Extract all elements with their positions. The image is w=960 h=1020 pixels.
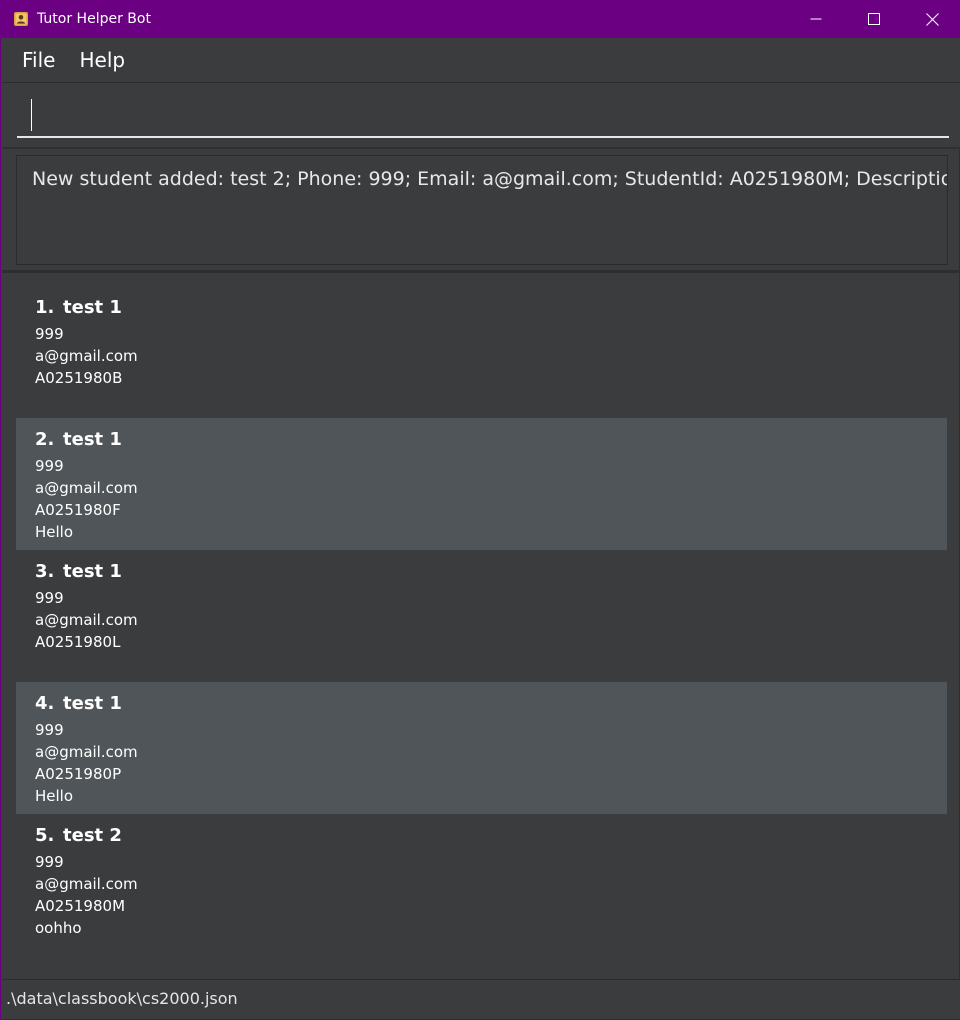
- student-name: test 2: [63, 825, 122, 846]
- student-index: 3.: [35, 561, 55, 582]
- maximize-icon: [868, 13, 880, 25]
- student-phone: 999: [35, 325, 64, 343]
- student-index: 2.: [35, 429, 55, 450]
- student-name: test 1: [63, 693, 122, 714]
- close-icon: [925, 12, 939, 26]
- student-id: A0251980M: [35, 897, 126, 915]
- command-input[interactable]: [17, 96, 949, 138]
- student-email: a@gmail.com: [35, 743, 138, 761]
- status-bar: .\data\classbook\cs2000.json: [2, 979, 960, 1019]
- student-card[interactable]: 1. test 1 999 a@gmail.com A0251980B: [16, 286, 947, 418]
- student-title: 1. test 1: [35, 297, 928, 323]
- result-display: New student added: test 2; Phone: 999; E…: [16, 155, 948, 265]
- student-index: 5.: [35, 825, 55, 846]
- student-phone: 999: [35, 457, 64, 475]
- student-description: Hello: [35, 523, 74, 541]
- save-file-path: .\data\classbook\cs2000.json: [6, 989, 238, 1008]
- student-phone: 999: [35, 853, 64, 871]
- app-window: Tutor Helper Bot File Help New student a…: [0, 0, 960, 1020]
- student-phone: 999: [35, 589, 64, 607]
- window-controls: [787, 0, 960, 38]
- student-email: a@gmail.com: [35, 479, 138, 497]
- text-caret: [31, 99, 32, 131]
- menu-help[interactable]: Help: [67, 48, 137, 72]
- menu-file[interactable]: File: [10, 48, 67, 72]
- student-list[interactable]: 1. test 1 999 a@gmail.com A0251980B 2. tes…: [16, 286, 947, 946]
- student-description: [35, 389, 928, 411]
- student-card[interactable]: 4. test 1 999 a@gmail.com A0251980P Hello: [16, 682, 947, 814]
- title-bar[interactable]: Tutor Helper Bot: [1, 0, 960, 38]
- menu-bar: File Help: [2, 38, 960, 83]
- maximize-button[interactable]: [845, 0, 903, 38]
- student-phone: 999: [35, 721, 64, 739]
- student-description: oohho: [35, 919, 82, 937]
- student-email: a@gmail.com: [35, 611, 138, 629]
- command-box-panel: [2, 83, 960, 149]
- student-title: 3. test 1: [35, 561, 928, 587]
- student-id: A0251980L: [35, 633, 121, 651]
- result-text: New student added: test 2; Phone: 999; E…: [32, 168, 948, 190]
- student-id: A0251980P: [35, 765, 122, 783]
- student-description: Hello: [35, 787, 74, 805]
- minimize-icon: [810, 18, 822, 20]
- student-id: A0251980F: [35, 501, 121, 519]
- student-title: 5. test 2: [35, 825, 928, 851]
- student-card[interactable]: 5. test 2 999 a@gmail.com A0251980M oohho: [16, 814, 947, 946]
- student-name: test 1: [63, 429, 122, 450]
- student-name: test 1: [63, 561, 122, 582]
- close-button[interactable]: [903, 0, 960, 38]
- student-title: 2. test 1: [35, 429, 928, 455]
- student-email: a@gmail.com: [35, 347, 138, 365]
- student-card[interactable]: 2. test 1 999 a@gmail.com A0251980F Hello: [16, 418, 947, 550]
- minimize-button[interactable]: [787, 0, 845, 38]
- student-index: 4.: [35, 693, 55, 714]
- student-description: [35, 653, 928, 675]
- student-email: a@gmail.com: [35, 875, 138, 893]
- window-title: Tutor Helper Bot: [37, 11, 151, 27]
- panel-divider: [2, 270, 960, 273]
- student-id: A0251980B: [35, 369, 123, 387]
- student-name: test 1: [63, 297, 122, 318]
- address-book-icon: [13, 11, 29, 27]
- student-title: 4. test 1: [35, 693, 928, 719]
- student-card[interactable]: 3. test 1 999 a@gmail.com A0251980L: [16, 550, 947, 682]
- student-index: 1.: [35, 297, 55, 318]
